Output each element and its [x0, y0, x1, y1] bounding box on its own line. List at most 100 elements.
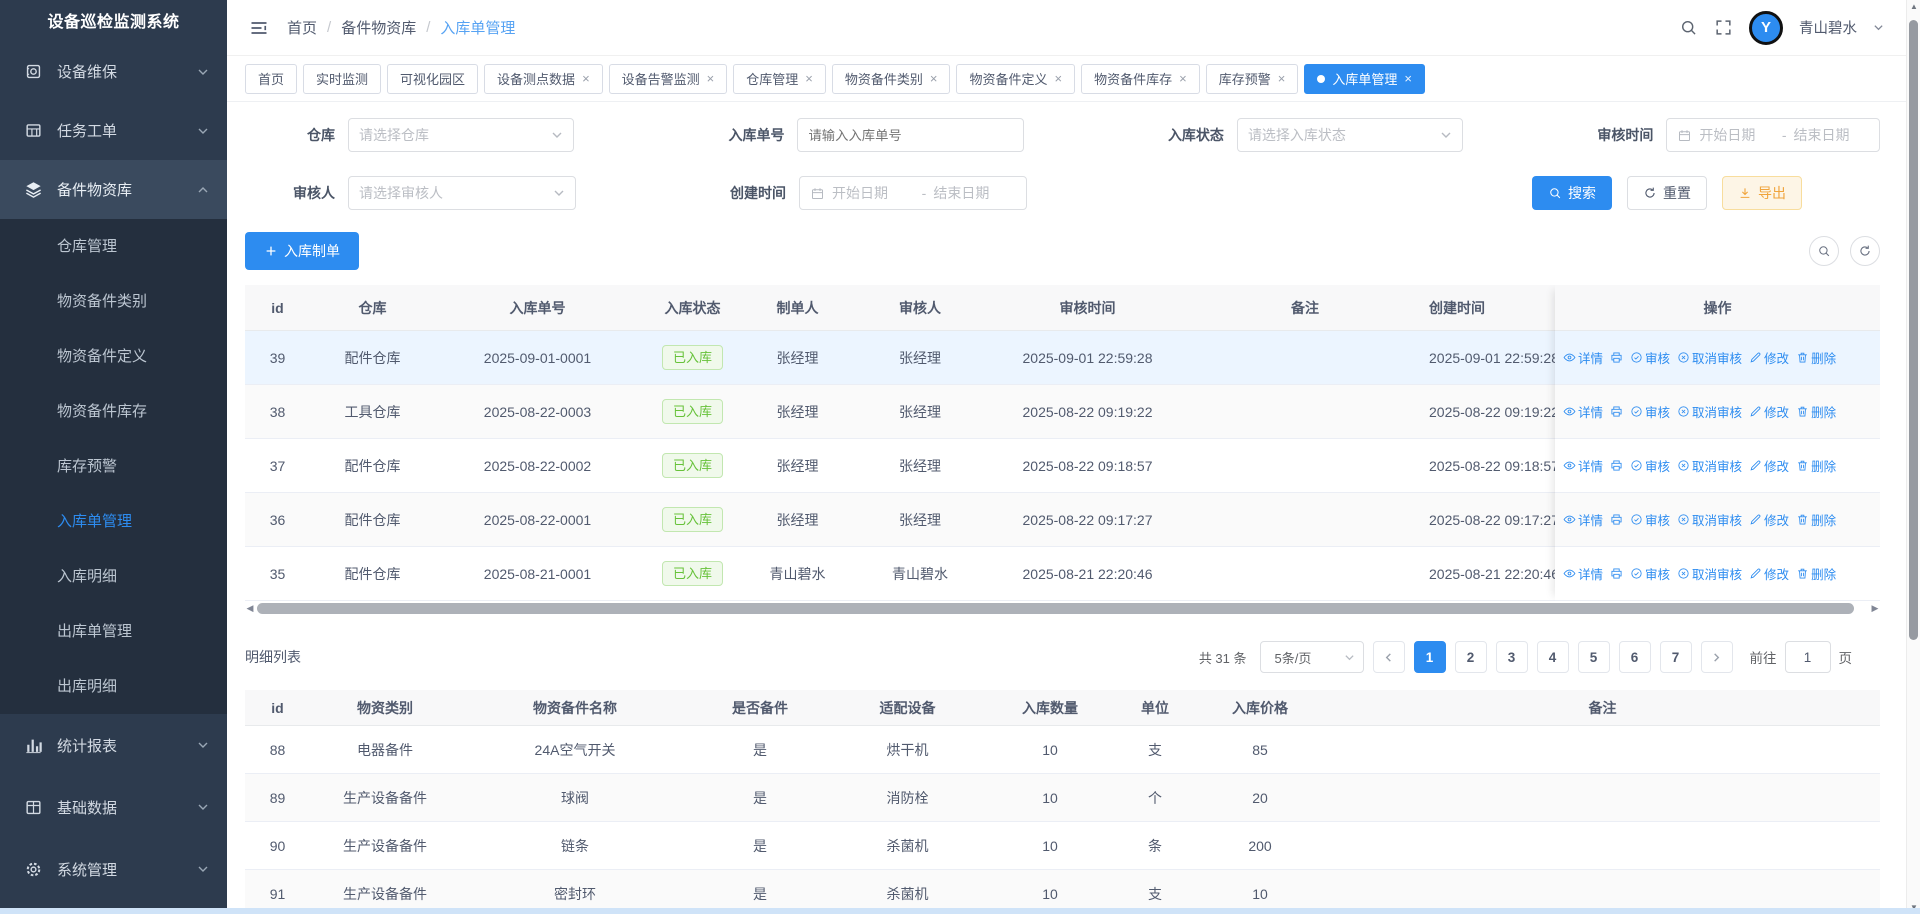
audit-link[interactable]: 审核: [1630, 564, 1670, 583]
vertical-scroll-thumb[interactable]: [1909, 20, 1918, 640]
tab-inbound-order-mgmt[interactable]: 入库单管理×: [1304, 64, 1425, 94]
goto-page-input[interactable]: [1785, 641, 1831, 673]
table-row[interactable]: 38 工具仓库 2025-08-22-0003 已入库 张经理 张经理 2025…: [245, 385, 1705, 439]
delete-link[interactable]: 删除: [1796, 564, 1836, 583]
audit-time-range-picker[interactable]: 开始日期 - 结束日期: [1666, 118, 1880, 152]
avatar[interactable]: Y: [1749, 11, 1783, 45]
detail-row[interactable]: 88 电器备件 24A空气开关 是 烘干机 10 支 85: [245, 726, 1880, 774]
sidebar-item-outbound-order-mgmt[interactable]: 出库单管理: [0, 604, 227, 659]
print-link[interactable]: [1610, 567, 1623, 580]
audit-link[interactable]: 审核: [1630, 456, 1670, 475]
page-button-4[interactable]: 4: [1537, 641, 1569, 673]
cancel-audit-link[interactable]: 取消审核: [1677, 456, 1742, 475]
delete-link[interactable]: 删除: [1796, 456, 1836, 475]
collapse-menu-icon[interactable]: [249, 18, 269, 38]
sidebar-item-system-mgmt[interactable]: 系统管理: [0, 838, 227, 900]
tab-stock-warning[interactable]: 库存预警×: [1206, 64, 1299, 94]
page-size-select[interactable]: 5条/页: [1260, 641, 1364, 673]
breadcrumb-home[interactable]: 首页: [287, 17, 317, 38]
tab-device-alarm-monitor[interactable]: 设备告警监测×: [609, 64, 728, 94]
sidebar-item-task-orders[interactable]: 任务工单: [0, 101, 227, 160]
table-row[interactable]: 35 配件仓库 2025-08-21-0001 已入库 青山碧水 青山碧水 20…: [245, 547, 1705, 601]
table-refresh-button[interactable]: [1850, 236, 1880, 266]
create-time-range-picker[interactable]: 开始日期 - 结束日期: [799, 176, 1027, 210]
sidebar-item-material-category[interactable]: 物资备件类别: [0, 274, 227, 329]
tab-close-icon[interactable]: ×: [805, 72, 813, 85]
tab-visual-park[interactable]: 可视化园区: [387, 64, 478, 94]
detail-link[interactable]: 详情: [1563, 510, 1603, 529]
sidebar-item-outbound-detail[interactable]: 出库明细: [0, 659, 227, 714]
tab-close-icon[interactable]: ×: [582, 72, 590, 85]
edit-link[interactable]: 修改: [1749, 402, 1789, 421]
table-row[interactable]: 39 配件仓库 2025-09-01-0001 已入库 张经理 张经理 2025…: [245, 331, 1705, 385]
table-search-toggle-button[interactable]: [1809, 236, 1839, 266]
table-row[interactable]: 36 配件仓库 2025-08-22-0001 已入库 张经理 张经理 2025…: [245, 493, 1705, 547]
tab-device-point-data[interactable]: 设备测点数据×: [484, 64, 603, 94]
edit-link[interactable]: 修改: [1749, 456, 1789, 475]
tab-close-icon[interactable]: ×: [1179, 72, 1187, 85]
detail-row[interactable]: 89 生产设备备件 球阀 是 消防栓 10 个 20: [245, 774, 1880, 822]
edit-link[interactable]: 修改: [1749, 510, 1789, 529]
fullscreen-icon[interactable]: [1714, 18, 1733, 37]
order-no-input[interactable]: [797, 118, 1023, 152]
status-select[interactable]: 请选择入库状态: [1237, 118, 1463, 152]
tab-close-icon[interactable]: ×: [1055, 72, 1063, 85]
tab-close-icon[interactable]: ×: [1278, 72, 1286, 85]
page-button-5[interactable]: 5: [1578, 641, 1610, 673]
sidebar-item-inbound-detail[interactable]: 入库明细: [0, 549, 227, 604]
audit-link[interactable]: 审核: [1630, 510, 1670, 529]
sidebar-item-material-definition[interactable]: 物资备件定义: [0, 329, 227, 384]
search-icon[interactable]: [1679, 18, 1698, 37]
detail-row[interactable]: 90 生产设备备件 链条 是 杀菌机 10 条 200: [245, 822, 1880, 870]
print-link[interactable]: [1610, 405, 1623, 418]
sidebar-item-spare-parts-store[interactable]: 备件物资库: [0, 160, 227, 219]
tab-warehouse-mgmt[interactable]: 仓库管理×: [733, 64, 826, 94]
page-button-1[interactable]: 1: [1414, 641, 1446, 673]
horizontal-scroll-thumb[interactable]: [257, 603, 1854, 614]
scroll-left-arrow-icon[interactable]: ◀: [245, 601, 255, 615]
audit-link[interactable]: 审核: [1630, 402, 1670, 421]
tab-material-stock[interactable]: 物资备件库存×: [1081, 64, 1200, 94]
prev-page-button[interactable]: [1373, 641, 1405, 673]
sidebar-item-stock-warning[interactable]: 库存预警: [0, 439, 227, 494]
auditor-select[interactable]: 请选择审核人: [348, 176, 576, 210]
warehouse-select[interactable]: 请选择仓库: [348, 118, 574, 152]
print-link[interactable]: [1610, 351, 1623, 364]
detail-link[interactable]: 详情: [1563, 564, 1603, 583]
detail-link[interactable]: 详情: [1563, 456, 1603, 475]
page-button-2[interactable]: 2: [1455, 641, 1487, 673]
sidebar-item-warehouse-mgmt[interactable]: 仓库管理: [0, 219, 227, 274]
tab-realtime-monitor[interactable]: 实时监测: [303, 64, 381, 94]
page-button-3[interactable]: 3: [1496, 641, 1528, 673]
delete-link[interactable]: 删除: [1796, 510, 1836, 529]
breadcrumb-spare-parts[interactable]: 备件物资库: [341, 17, 416, 38]
cancel-audit-link[interactable]: 取消审核: [1677, 510, 1742, 529]
user-caret-down-icon[interactable]: [1873, 22, 1884, 33]
search-button[interactable]: 搜索: [1532, 176, 1612, 210]
tab-home[interactable]: 首页: [245, 64, 297, 94]
page-horizontal-scrollbar[interactable]: [0, 908, 1920, 914]
scroll-up-arrow-icon[interactable]: ▲: [1907, 2, 1920, 11]
sidebar-item-inbound-order-mgmt[interactable]: 入库单管理: [0, 494, 227, 549]
delete-link[interactable]: 删除: [1796, 348, 1836, 367]
username[interactable]: 青山碧水: [1799, 17, 1857, 38]
print-link[interactable]: [1610, 513, 1623, 526]
detail-link[interactable]: 详情: [1563, 402, 1603, 421]
tab-close-icon[interactable]: ×: [930, 72, 938, 85]
print-link[interactable]: [1610, 459, 1623, 472]
export-button[interactable]: 导出: [1722, 176, 1802, 210]
sidebar-item-material-stock[interactable]: 物资备件库存: [0, 384, 227, 439]
edit-link[interactable]: 修改: [1749, 564, 1789, 583]
next-page-button[interactable]: [1701, 641, 1733, 673]
scroll-right-arrow-icon[interactable]: ▶: [1870, 601, 1880, 615]
table-row[interactable]: 37 配件仓库 2025-08-22-0002 已入库 张经理 张经理 2025…: [245, 439, 1705, 493]
tab-close-icon[interactable]: ×: [1404, 72, 1412, 85]
tab-close-icon[interactable]: ×: [707, 72, 715, 85]
tab-material-category[interactable]: 物资备件类别×: [832, 64, 951, 94]
create-inbound-order-button[interactable]: 入库制单: [245, 232, 359, 270]
cancel-audit-link[interactable]: 取消审核: [1677, 564, 1742, 583]
delete-link[interactable]: 删除: [1796, 402, 1836, 421]
cancel-audit-link[interactable]: 取消审核: [1677, 402, 1742, 421]
sidebar-item-statistics[interactable]: 统计报表: [0, 714, 227, 776]
cancel-audit-link[interactable]: 取消审核: [1677, 348, 1742, 367]
